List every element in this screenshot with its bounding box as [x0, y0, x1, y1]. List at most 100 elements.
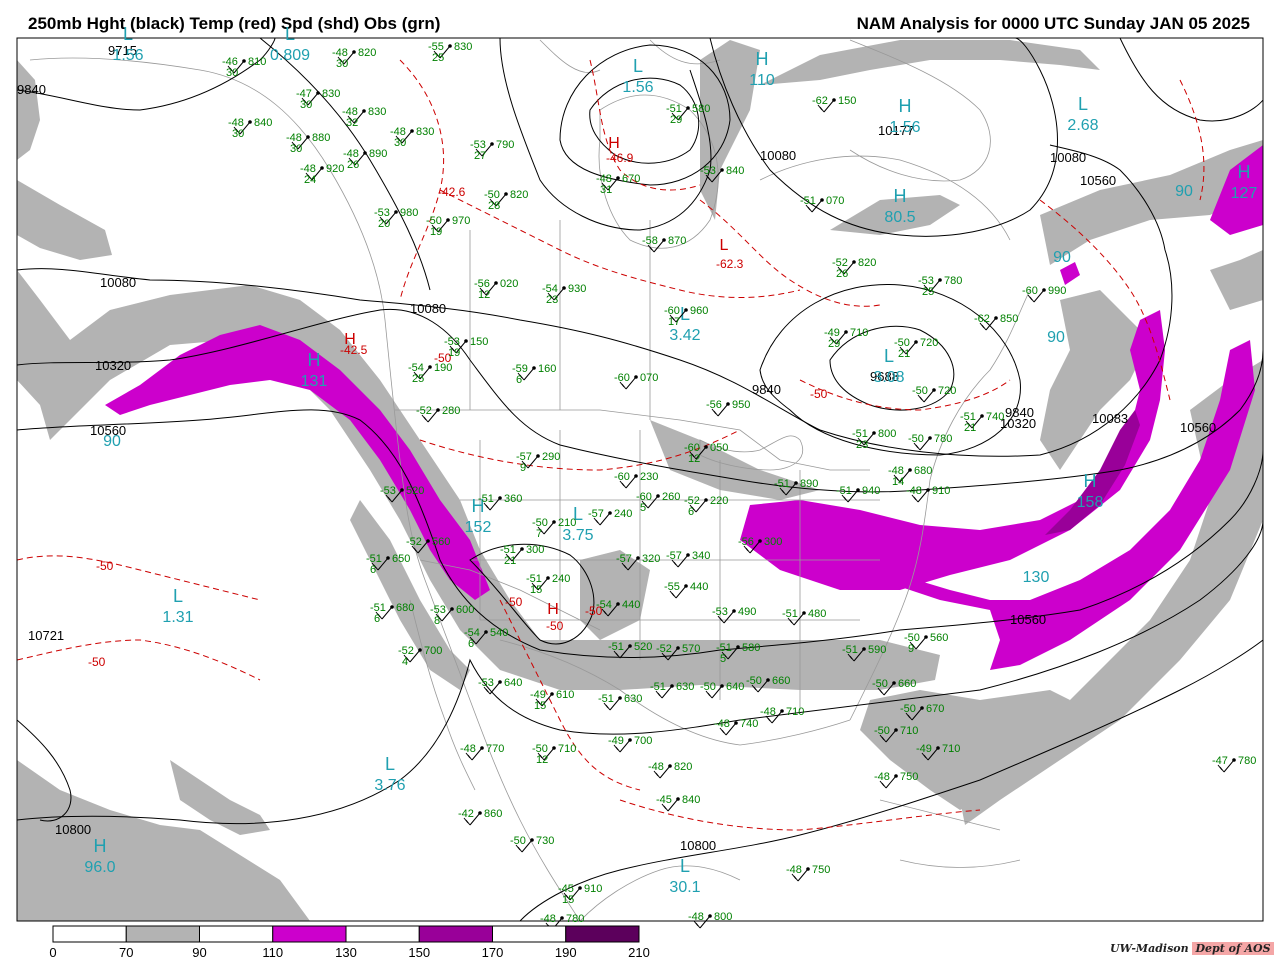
observation-temperature: -50: [746, 675, 762, 687]
observation-height: 590: [868, 644, 886, 656]
observation-height: 700: [634, 735, 652, 747]
observation-temperature: -51: [782, 608, 798, 620]
temperature-label: -50: [546, 619, 564, 633]
observation-height: 980: [400, 207, 418, 219]
speed-center-letter: L: [884, 346, 894, 366]
weather-map[interactable]: 9715984010080103201056010080984096889840…: [0, 0, 1280, 960]
temperature-label: -50: [88, 655, 106, 669]
observation-temperature: -45: [656, 794, 672, 806]
observation-height: 630: [676, 681, 694, 693]
observation-dewpoint: 24: [304, 174, 316, 186]
observation-dewpoint: 8: [434, 615, 440, 627]
observation-height: 820: [858, 257, 876, 269]
speed-center-letter: L: [633, 56, 643, 76]
speed-center-value: 1.56: [889, 119, 920, 136]
observation-temperature: -49: [608, 735, 624, 747]
observation-height: 820: [674, 761, 692, 773]
speed-center-value: 131: [301, 373, 328, 390]
observation-temperature: -51: [842, 644, 858, 656]
observation-dewpoint: 12: [478, 289, 490, 301]
observation-temperature: -52: [406, 536, 422, 548]
observation-temperature: -50: [510, 835, 526, 847]
observation-dewpoint: 32: [346, 117, 358, 129]
observation-height: 300: [764, 536, 782, 548]
observation-height: 840: [726, 165, 744, 177]
height-label: 10800: [680, 838, 716, 853]
observation-height: 640: [504, 677, 522, 689]
observation-height: 240: [614, 508, 632, 520]
observation-dewpoint: 28: [488, 200, 500, 212]
speed-center-letter: L: [385, 754, 395, 774]
temperature-center-letter: H: [608, 135, 620, 152]
height-label: 10080: [100, 275, 136, 290]
observation-dewpoint: 30: [300, 99, 312, 111]
observation-dewpoint: 27: [474, 150, 486, 162]
observation-height: 710: [558, 743, 576, 755]
speed-label: 90: [1047, 329, 1065, 346]
height-label: 10721: [28, 628, 64, 643]
observation-temperature: -50: [912, 385, 928, 397]
observation-height: 150: [838, 95, 856, 107]
speed-center-letter: H: [1238, 162, 1251, 182]
observation-height: 610: [556, 689, 574, 701]
speed-center-letter: H: [308, 350, 321, 370]
speed-label: 90: [103, 433, 121, 450]
observation-height: 290: [542, 451, 560, 463]
observation-height: 600: [456, 604, 474, 616]
observation-height: 710: [850, 327, 868, 339]
observation-height: 440: [622, 599, 640, 611]
credit-university: UW-Madison: [1110, 942, 1189, 955]
observation-temperature: -58: [642, 235, 658, 247]
observation-height: 320: [642, 553, 660, 565]
observation-height: 990: [1048, 285, 1066, 297]
observation-height: 880: [312, 132, 330, 144]
height-label: 10083: [1092, 411, 1128, 426]
observation-dewpoint: 4: [402, 656, 408, 668]
observation-dewpoint: 21: [504, 555, 516, 567]
observation-height: 680: [914, 465, 932, 477]
observation-temperature: -51: [608, 641, 624, 653]
observation-temperature: -50: [900, 703, 916, 715]
temperature-label: -50: [810, 387, 828, 401]
temperature-label: -62.3: [716, 257, 744, 271]
height-label: 10320: [95, 358, 131, 373]
speed-center-value: 3.75: [562, 527, 593, 544]
observation-height: 780: [1238, 755, 1256, 767]
observation-height: 820: [358, 47, 376, 59]
observation-height: 580: [742, 642, 760, 654]
observation-temperature: -50: [700, 681, 716, 693]
observation-temperature: -53: [700, 165, 716, 177]
observation-temperature: -47: [1212, 755, 1228, 767]
station-observation[interactable]: -48 78013: [540, 913, 584, 936]
speed-center-value: 110: [749, 72, 775, 89]
observation-height: 830: [416, 126, 434, 138]
observation-height: 840: [682, 794, 700, 806]
observation-height: 050: [710, 442, 728, 454]
observation-dewpoint: 9: [520, 462, 526, 474]
temperature-center-letter: H: [547, 601, 559, 618]
observation-dewpoint: 13: [544, 924, 556, 936]
observation-dewpoint: 20: [378, 218, 390, 230]
observation-height: 340: [692, 550, 710, 562]
speed-center-value: 158: [1077, 494, 1104, 511]
observation-dewpoint: 26: [347, 159, 359, 171]
observation-dewpoint: 6: [468, 638, 474, 650]
observation-dewpoint: 12: [688, 453, 700, 465]
observation-height: 730: [536, 835, 554, 847]
observation-height: 300: [526, 544, 544, 556]
observation-height: 910: [584, 883, 602, 895]
observation-height: 160: [538, 363, 556, 375]
observation-temperature: -53: [478, 677, 494, 689]
observation-height: 910: [932, 485, 950, 497]
speed-center-letter: H: [94, 836, 107, 856]
observation-dewpoint: 25: [412, 373, 424, 385]
observation-height: 520: [406, 485, 424, 497]
observation-height: 950: [732, 399, 750, 411]
observation-temperature: -48: [714, 718, 730, 730]
observation-height: 190: [434, 362, 452, 374]
observation-height: 780: [944, 275, 962, 287]
observation-dewpoint: 30: [336, 58, 348, 70]
observation-height: 710: [900, 725, 918, 737]
speed-center-letter: L: [1078, 94, 1088, 114]
speed-center-letter: H: [899, 96, 912, 116]
